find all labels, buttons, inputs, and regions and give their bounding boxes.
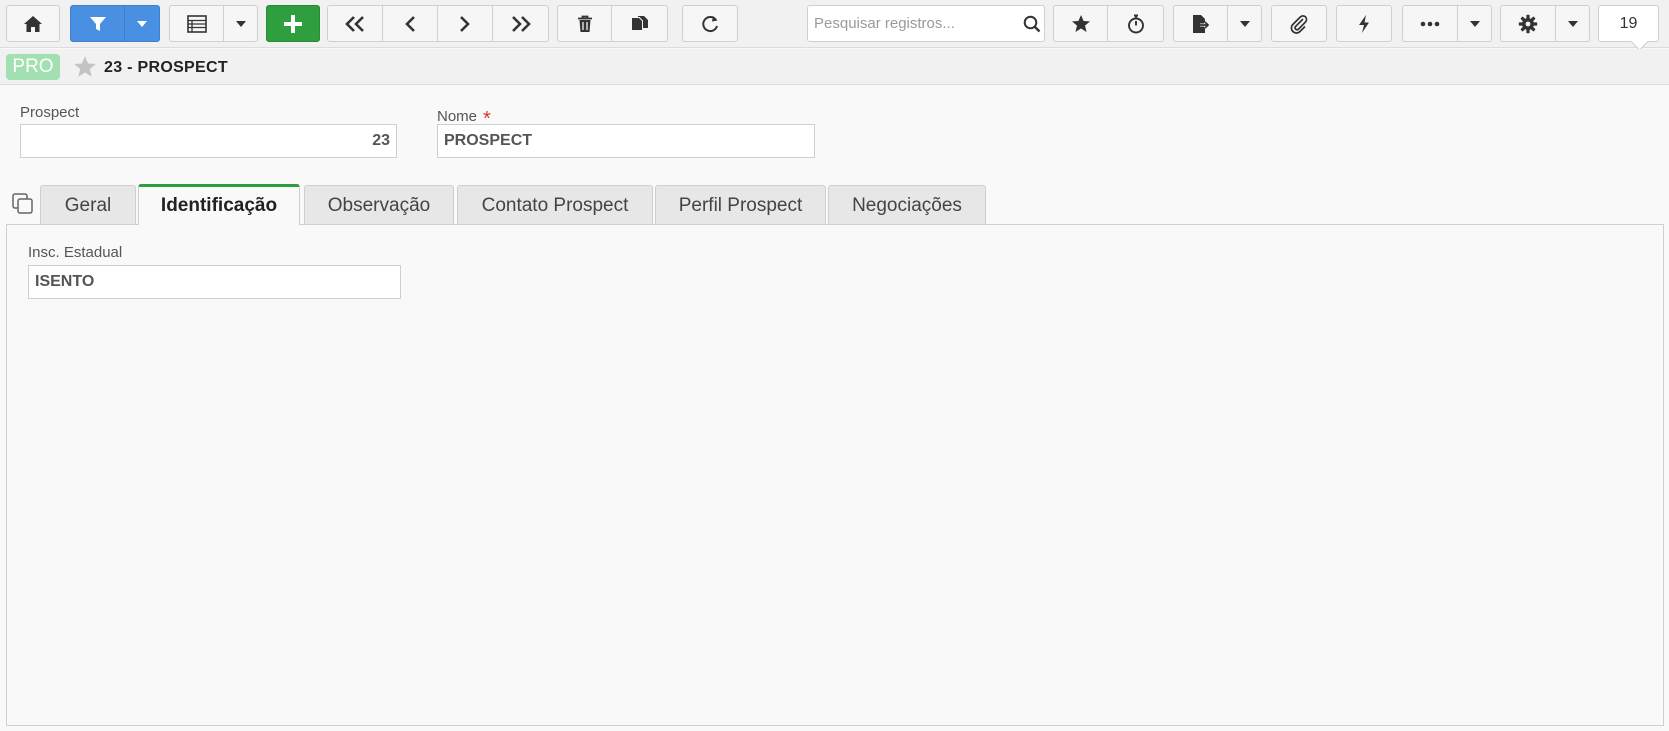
ellipsis-icon — [1420, 21, 1440, 26]
grid-view-dropdown-button[interactable] — [224, 5, 258, 42]
filter-button[interactable] — [70, 5, 125, 42]
add-record-button[interactable] — [266, 5, 320, 42]
delete-button[interactable] — [557, 5, 612, 42]
tab-geral[interactable]: Geral — [40, 185, 136, 225]
chevron-left-icon — [405, 15, 415, 32]
home-button[interactable] — [6, 5, 60, 42]
nome-label: Nome — [437, 108, 478, 125]
refresh-icon — [702, 15, 718, 32]
tab-perfil-prospect[interactable]: Perfil Prospect — [655, 185, 826, 225]
more-options-dropdown-button[interactable] — [1458, 5, 1492, 42]
insc-estadual-field[interactable]: ISENTO — [28, 265, 401, 299]
record-header: PRO 23 - PROSPECT — [0, 49, 1669, 85]
prospect-label: Prospect — [20, 104, 80, 121]
toolbar: 19 — [0, 0, 1669, 48]
caret-down-icon — [137, 20, 147, 27]
favorite-star-icon[interactable] — [73, 55, 97, 83]
nome-value: PROSPECT — [444, 132, 533, 149]
export-dropdown-button[interactable] — [1228, 5, 1262, 42]
lightning-icon — [1359, 14, 1369, 33]
trash-icon — [577, 15, 592, 32]
tab-panel-identificacao: Insc. Estadual ISENTO — [6, 224, 1664, 726]
gear-icon — [1518, 14, 1538, 33]
first-record-button[interactable] — [327, 5, 383, 42]
favorites-button[interactable] — [1053, 5, 1108, 42]
settings-button[interactable] — [1500, 5, 1556, 42]
caret-down-icon — [1567, 20, 1578, 27]
grid-view-button[interactable] — [169, 5, 224, 42]
caret-down-icon — [1239, 20, 1250, 27]
tab-negociacoes[interactable]: Negociações — [828, 185, 986, 225]
stopwatch-icon — [1127, 14, 1144, 33]
next-record-button[interactable] — [438, 5, 493, 42]
search-box — [807, 5, 1045, 42]
paperclip-icon — [1290, 14, 1308, 34]
prospect-value: 23 — [372, 132, 390, 149]
nome-field[interactable]: PROSPECT — [437, 124, 815, 158]
settings-dropdown-button[interactable] — [1556, 5, 1590, 42]
double-chevron-left-icon — [345, 15, 364, 32]
attachments-button[interactable] — [1271, 5, 1327, 42]
export-button[interactable] — [1173, 5, 1228, 42]
more-options-button[interactable] — [1402, 5, 1458, 42]
refresh-button[interactable] — [682, 5, 738, 42]
prospect-field[interactable]: 23 — [20, 124, 397, 158]
copy-icon — [631, 15, 648, 30]
caret-down-icon — [1469, 20, 1480, 27]
tab-observacao[interactable]: Observação — [304, 185, 454, 225]
actions-button[interactable] — [1336, 5, 1392, 42]
search-input[interactable] — [808, 6, 1019, 41]
timer-button[interactable] — [1108, 5, 1164, 42]
insc-estadual-value: ISENTO — [35, 273, 95, 290]
record-title: 23 - PROSPECT — [104, 59, 228, 76]
tab-identificacao[interactable]: Identificação — [138, 184, 300, 225]
record-counter-value: 19 — [1619, 14, 1638, 32]
star-icon — [1071, 15, 1090, 32]
tab-contato-prospect[interactable]: Contato Prospect — [457, 185, 653, 225]
insc-estadual-label: Insc. Estadual — [28, 244, 123, 261]
home-icon — [24, 15, 42, 32]
copy-record-button[interactable] — [612, 5, 668, 42]
table-icon — [186, 14, 207, 33]
copy-tabs-icon[interactable] — [11, 192, 35, 221]
record-counter[interactable]: 19 — [1598, 5, 1659, 42]
chevron-right-icon — [460, 15, 470, 32]
file-export-icon — [1192, 14, 1210, 33]
filter-dropdown-button[interactable] — [125, 5, 160, 42]
filter-icon — [89, 16, 106, 31]
module-badge: PRO — [6, 54, 60, 80]
previous-record-button[interactable] — [383, 5, 438, 42]
caret-down-icon — [235, 20, 246, 27]
search-icon[interactable] — [1019, 6, 1044, 41]
double-chevron-right-icon — [511, 15, 531, 32]
last-record-button[interactable] — [493, 5, 549, 42]
plus-icon — [284, 14, 302, 33]
